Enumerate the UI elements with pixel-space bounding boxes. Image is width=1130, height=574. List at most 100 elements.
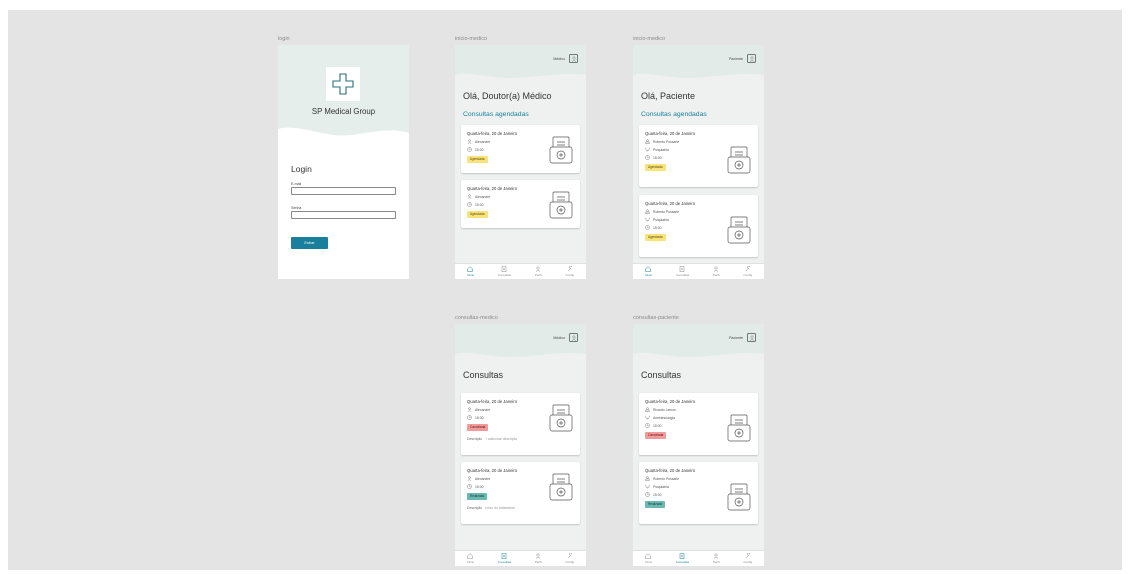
nav-home[interactable]: Início [645, 266, 652, 277]
nav-consultas[interactable]: Consultas [498, 553, 511, 564]
medical-folder-icon [549, 404, 573, 432]
card-date: Quarta-feira, 20 de Janeiro [467, 131, 518, 136]
card-date: Quarta-feira, 20 de Janeiro [467, 399, 518, 404]
clock-icon [467, 202, 472, 207]
status-badge: Realizada [645, 501, 666, 508]
card-time: 15:00 [653, 155, 662, 160]
login-button[interactable]: Entrar [291, 237, 328, 249]
clock-icon [645, 423, 650, 428]
user-chip[interactable]: Paciente [729, 333, 756, 342]
nav-config[interactable]: Config [565, 266, 574, 277]
card-person: Roberto Possarle [653, 139, 680, 144]
nav-config[interactable]: Config [743, 553, 752, 564]
wrench-icon [567, 266, 572, 272]
nav-perfil[interactable]: Perfil [535, 266, 542, 277]
user-icon [569, 333, 578, 342]
card-time: 15:00 [475, 202, 484, 207]
nav-consultas[interactable]: Consultas [676, 553, 689, 564]
appointment-card[interactable]: Quarta-feira, 20 de Janeiro Alexandre 15… [461, 393, 580, 455]
card-time-row: 15:00 [645, 155, 662, 160]
section-title: Consultas agendadas [463, 111, 529, 118]
user-name: Médico [553, 56, 565, 61]
description-label: Descrição [467, 437, 483, 441]
appointment-card[interactable]: Quarta-feira, 20 de Janeiro Ricardo Lemo… [639, 393, 758, 455]
nav-perfil[interactable]: Perfil [713, 553, 720, 564]
profile-icon [714, 553, 719, 559]
medical-folder-icon [727, 146, 751, 174]
nav-config[interactable]: Config [565, 553, 574, 564]
nav-home-label: Início [466, 273, 475, 277]
card-time: 15:00 [653, 492, 662, 497]
bottom-nav: Início Consultas Perfil Config [455, 263, 586, 279]
header-wave [455, 45, 586, 78]
medical-folder-icon [549, 473, 573, 501]
user-chip[interactable]: Médico [553, 333, 578, 342]
card-person: Ricardo Lemos [653, 407, 676, 412]
nav-consultas[interactable]: Consultas [498, 266, 511, 277]
nav-perfil-label: Perfil [712, 560, 720, 564]
inicio-medico-frame: Médico Olá, Doutor(a) Médico Consultas a… [455, 45, 586, 279]
nav-home[interactable]: Início [467, 553, 474, 564]
card-specialty-row: Anestesiologia [645, 415, 675, 420]
card-specialty-row: Psiquiatria [645, 484, 669, 489]
clock-icon [467, 415, 472, 420]
frame-label-inicio-paciente: inicio-medico [633, 36, 666, 42]
password-field[interactable] [291, 211, 396, 219]
bottom-nav: Início Consultas Perfil Config [455, 550, 586, 566]
appointment-card[interactable]: Quarta-feira, 20 de Janeiro Alexandre 15… [461, 462, 580, 524]
card-date: Quarta-feira, 20 de Janeiro [645, 131, 696, 136]
nav-perfil[interactable]: Perfil [713, 266, 720, 277]
card-person-row: Alexandre [467, 194, 490, 199]
doctor-icon [645, 407, 650, 412]
clock-icon [645, 155, 650, 160]
nav-consultas-label: Consultas [675, 560, 690, 564]
home-icon [645, 266, 652, 272]
nav-config-label: Config [743, 273, 753, 277]
user-chip[interactable]: Médico [553, 54, 578, 63]
appointment-card[interactable]: Quarta-feira, 20 de Janeiro Roberto Poss… [639, 462, 758, 524]
nav-home[interactable]: Início [467, 266, 474, 277]
user-chip[interactable]: Paciente [729, 54, 756, 63]
card-person-row: Alexandre [467, 407, 490, 412]
nav-home-label: Início [466, 560, 475, 564]
status-badge: Cancelada [467, 424, 489, 431]
nav-home[interactable]: Início [645, 553, 652, 564]
card-specialty: Anestesiologia [653, 415, 676, 420]
nav-perfil-label: Perfil [534, 560, 542, 564]
card-person-row: Alexandre [467, 476, 490, 481]
patient-icon [467, 476, 472, 481]
clipboard-icon [680, 553, 685, 559]
appointment-card[interactable]: Quarta-feira, 20 de Janeiro Roberto Poss… [639, 195, 758, 257]
card-date: Quarta-feira, 20 de Janeiro [645, 468, 696, 473]
card-specialty-row: Psiquiatria [645, 217, 669, 222]
nav-config[interactable]: Config [743, 266, 752, 277]
section-title: Consultas agendadas [641, 111, 707, 118]
status-badge: Cancelada [645, 432, 667, 439]
card-specialty: Psiquiatria [653, 217, 669, 222]
add-description-link[interactable]: + adicionar descrição [485, 437, 517, 441]
nav-config-label: Config [743, 560, 753, 564]
greeting: Olá, Doutor(a) Médico [463, 91, 552, 101]
card-person: Alexandre [475, 139, 491, 144]
appointment-card[interactable]: Quarta-feira, 20 de Janeiro Alexandre 15… [461, 180, 580, 228]
user-name: Paciente [729, 56, 743, 61]
nav-consultas[interactable]: Consultas [676, 266, 689, 277]
login-frame: SP Medical Group Login E-mail Senha Entr… [278, 45, 409, 279]
clock-icon [467, 484, 472, 489]
nav-perfil-label: Perfil [712, 273, 720, 277]
description-value: Início do tratamento [485, 506, 516, 510]
patient-icon [467, 139, 472, 144]
nav-perfil-label: Perfil [534, 273, 542, 277]
home-icon [645, 553, 652, 559]
login-title: Login [291, 164, 312, 174]
card-time: 15:00 [653, 225, 662, 230]
card-time: 15:00 [653, 423, 662, 428]
patient-icon [467, 194, 472, 199]
frame-label-consultas-medico: consultas-medico [455, 315, 498, 321]
card-time-row: 15:00 [467, 147, 484, 152]
appointment-card[interactable]: Quarta-feira, 20 de Janeiro Roberto Poss… [639, 125, 758, 187]
email-field[interactable] [291, 187, 396, 195]
nav-perfil[interactable]: Perfil [535, 553, 542, 564]
nav-config-label: Config [565, 273, 575, 277]
appointment-card[interactable]: Quarta-feira, 20 de Janeiro Alexandre 15… [461, 125, 580, 173]
